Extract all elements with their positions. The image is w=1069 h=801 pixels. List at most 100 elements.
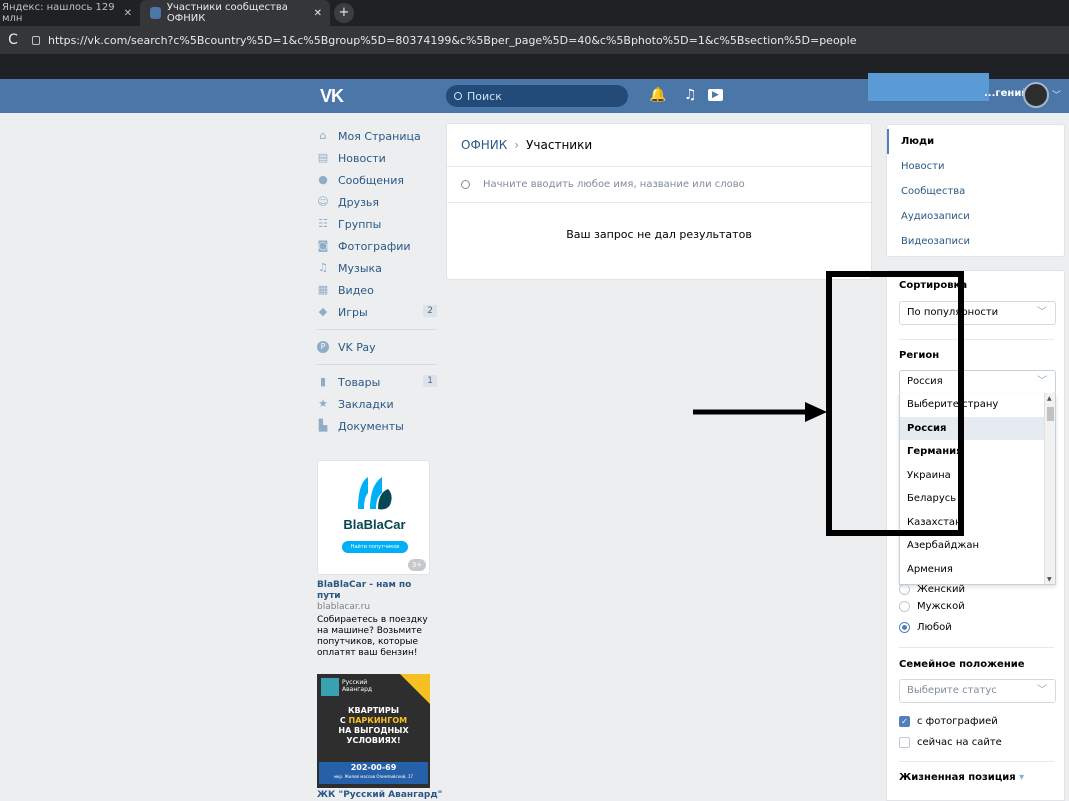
family-status-placeholder: Выберите статус	[907, 685, 997, 696]
blablacar-wordmark: BlaBlaCar	[343, 517, 406, 532]
blablacar-logo-icon	[358, 477, 392, 510]
ad-headline-accent: ПАРКИНГОМ	[348, 716, 408, 725]
music-icon[interactable]: ♫	[684, 87, 697, 103]
ad-headline-part: С	[339, 716, 349, 725]
lock-icon	[32, 35, 40, 45]
sidebar-item-video[interactable]: ▦ Видео	[317, 279, 437, 301]
groups-icon: ☷	[318, 217, 328, 230]
sidebar-item-photo[interactable]: ◙ Фотографии	[317, 235, 437, 257]
goods-icon: ▮	[319, 375, 327, 388]
sidebar-item-music[interactable]: ♫ Музыка	[317, 257, 437, 279]
dropdown-scrollbar[interactable]: ▲ ▼	[1044, 393, 1055, 584]
sidebar-item-bookmarks[interactable]: ★ Закладки	[317, 393, 437, 415]
url-field[interactable]: https://vk.com/search?c%5Bcountry%5D=1&c…	[26, 34, 856, 47]
ad-site: blablacar.ru	[317, 602, 371, 612]
ad-brand: Русский Авангард	[342, 679, 372, 693]
vk-logo[interactable]: VK	[320, 86, 344, 107]
section-item-communities[interactable]: Сообщества	[887, 179, 1064, 204]
scroll-thumb[interactable]	[1047, 407, 1054, 421]
family-status-select[interactable]: Выберите статус ﹀	[899, 679, 1056, 703]
section-item-news[interactable]: Новости	[887, 154, 1064, 179]
radio-label: Любой	[917, 622, 952, 633]
ad-address: мкр. Жилой массив Олимпийский, 17	[334, 774, 413, 779]
age-badge: 3+	[408, 559, 426, 571]
new-tab-button[interactable]: +	[334, 3, 354, 23]
vk-favicon-icon	[150, 7, 161, 19]
sidebar-item-home[interactable]: ⌂ Моя Страница	[317, 125, 437, 147]
sidebar-item-label: Видео	[338, 283, 374, 297]
annotation-highlight-box	[826, 271, 964, 536]
sidebar-item-friends[interactable]: ☺ Друзья	[317, 191, 437, 213]
header-search-input[interactable]: Поиск	[446, 85, 628, 107]
sidebar-item-messages[interactable]: ● Сообщения	[317, 169, 437, 191]
sidebar-item-games[interactable]: ◆ Игры 2	[317, 301, 437, 323]
ad-title[interactable]: BlaBlaCar - нам по пути	[317, 580, 430, 602]
members-search-input[interactable]: Начните вводить любое имя, название или …	[461, 179, 745, 190]
ad-blablacar-text: BlaBlaCar - нам по пути blablacar.ru Соб…	[317, 580, 430, 659]
sidebar-item-label: Документы	[338, 419, 404, 433]
count-badge: 2	[423, 305, 437, 317]
scroll-up-icon[interactable]: ▲	[1047, 395, 1052, 402]
breadcrumb-separator: ›	[514, 138, 520, 152]
sidebar-item-label: Группы	[338, 217, 382, 231]
scroll-down-icon[interactable]: ▼	[1047, 576, 1052, 583]
chevron-down-icon: ﹀	[1037, 307, 1047, 318]
section-item-audio[interactable]: Аудиозаписи	[887, 204, 1064, 229]
dropdown-option[interactable]: Армения	[900, 558, 1044, 582]
sidebar-item-goods[interactable]: ▮ Товары 1	[317, 371, 437, 393]
sidebar-item-label: Сообщения	[338, 173, 405, 187]
ad-headline: КВАРТИРЫ С ПАРКИНГОМ НА ВЫГОДНЫХ УСЛОВИЯ…	[317, 706, 430, 746]
section-item-video[interactable]: Видеозаписи	[887, 229, 1064, 254]
online-now-checkbox[interactable]: сейчас на сайте	[899, 737, 1002, 748]
home-icon: ⌂	[319, 129, 327, 142]
browser-tab-vk[interactable]: Участники сообщества ОФНИК ✕	[140, 0, 330, 26]
ad-title[interactable]: ЖК "Русский Авангард"	[317, 790, 442, 800]
ad-blablacar[interactable]: BlaBlaCar Найти попутчиков 3+	[317, 460, 430, 575]
decorative-triangle	[400, 674, 430, 704]
gender-female-radio[interactable]: Женский	[899, 584, 965, 595]
sidebar-item-label: Закладки	[338, 397, 394, 411]
chevron-down-icon[interactable]: ﹀	[1052, 88, 1061, 101]
section-item-people[interactable]: Люди	[887, 129, 1064, 154]
sidebar-item-groups[interactable]: ☷ Группы	[317, 213, 437, 235]
find-ride-button[interactable]: Найти попутчиков	[342, 541, 408, 553]
nav-divider	[317, 364, 437, 365]
gender-any-radio[interactable]: Любой	[899, 622, 952, 633]
bookmarks-icon: ★	[318, 397, 328, 410]
reload-icon[interactable]: C	[0, 32, 26, 48]
family-status-label: Семейное положение	[899, 659, 1025, 670]
dropdown-option[interactable]: Азербайджан	[900, 534, 1044, 558]
video-icon: ▦	[317, 283, 329, 296]
with-photo-checkbox[interactable]: ✓ с фотографией	[899, 716, 998, 727]
nav-divider	[317, 329, 437, 330]
checkbox-label: сейчас на сайте	[917, 737, 1002, 748]
sidebar-item-news[interactable]: ▤ Новости	[317, 147, 437, 169]
close-tab-icon[interactable]: ✕	[124, 8, 132, 19]
radio-label: Женский	[917, 584, 965, 595]
divider	[447, 166, 871, 167]
sidebar-item-vkpay[interactable]: P VK Pay	[317, 336, 437, 358]
close-tab-icon[interactable]: ✕	[314, 8, 322, 19]
sidebar-item-documents[interactable]: ▙ Документы	[317, 415, 437, 437]
gender-male-radio[interactable]: Мужской	[899, 601, 965, 612]
breadcrumb-group-link[interactable]: ОФНИК	[461, 138, 507, 152]
chevron-down-icon: ▾	[1019, 772, 1025, 783]
search-icon	[461, 180, 470, 189]
music-icon: ♫	[318, 261, 328, 274]
username[interactable]: ...гений	[984, 88, 1028, 99]
browser-tab-yandex[interactable]: Яндекс: нашлось 129 млн ✕	[0, 0, 140, 26]
life-position-toggle[interactable]: Жизненная позиция ▾	[899, 772, 1024, 783]
play-icon[interactable]: ▶	[708, 89, 723, 101]
ad-russkiy-avangard[interactable]: Русский Авангард КВАРТИРЫ С ПАРКИНГОМ НА…	[317, 674, 430, 788]
divider	[899, 761, 1054, 762]
count-badge: 1	[423, 375, 437, 387]
no-results-message: Ваш запрос не дал результатов	[566, 228, 752, 241]
bell-icon[interactable]: 🔔	[649, 87, 666, 103]
checkbox-label: с фотографией	[917, 716, 998, 727]
divider	[447, 202, 871, 203]
ad-headline-line: НА ВЫГОДНЫХ	[338, 726, 409, 735]
avatar[interactable]	[1023, 82, 1049, 108]
browser-tab-bar: Яндекс: нашлось 129 млн ✕ Участники сооб…	[0, 0, 1069, 26]
radio-label: Мужской	[917, 601, 965, 612]
search-icon	[454, 92, 462, 100]
